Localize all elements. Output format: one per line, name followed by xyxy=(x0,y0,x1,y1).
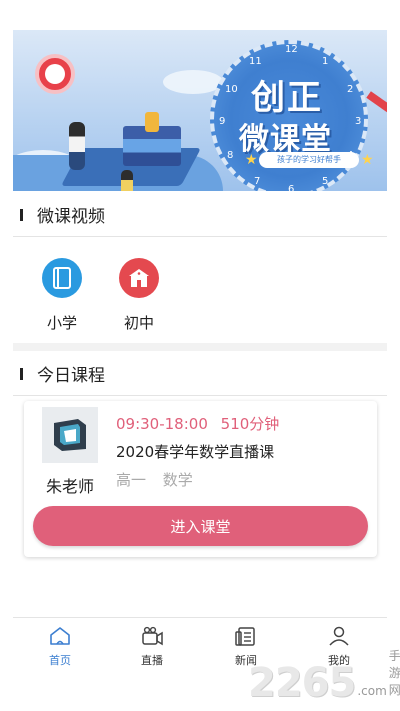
clock-number: 5 xyxy=(322,176,329,187)
section-marker xyxy=(20,208,23,221)
clock-number: 7 xyxy=(254,176,261,187)
user-icon xyxy=(329,626,349,646)
section-divider xyxy=(13,343,387,351)
books-illustration xyxy=(123,126,181,166)
clock-number: 6 xyxy=(288,184,295,191)
section-marker xyxy=(20,367,23,380)
category-primary-school[interactable]: 小学 xyxy=(32,258,92,333)
clock-number: 9 xyxy=(219,116,226,127)
tab-home[interactable]: 首页 xyxy=(30,626,90,668)
section-title: 微课视频 xyxy=(37,207,105,227)
star-icon: ★ xyxy=(361,152,374,168)
watermark-number: 2265 xyxy=(248,660,356,706)
school-icon xyxy=(119,258,159,298)
course-subject: 数学 xyxy=(162,471,193,489)
teacher-name: 朱老师 xyxy=(46,477,95,496)
course-duration: 510分钟 xyxy=(220,415,280,433)
student-illustration xyxy=(121,170,133,191)
course-time: 09:30-18:00 xyxy=(116,415,208,433)
banner-title-line1: 创正 xyxy=(251,78,323,118)
clock-number: 11 xyxy=(249,56,262,67)
course-title: 2020春学年数学直播课 xyxy=(116,443,275,461)
site-watermark: 2265 .com 手游网 xyxy=(248,649,400,706)
enter-classroom-button[interactable]: 进入课堂 xyxy=(33,506,368,546)
tab-label: 首页 xyxy=(49,654,71,667)
course-card[interactable]: 朱老师 09:30-18:00 510分钟 2020春学年数学直播课 高一 数学… xyxy=(24,401,377,557)
student-illustration xyxy=(69,122,85,170)
clock-number: 10 xyxy=(225,84,238,95)
star-icon: ★ xyxy=(245,152,258,168)
alarm-clock-icon xyxy=(35,54,75,94)
tab-label: 直播 xyxy=(141,654,163,667)
banner-tagline: 孩子的学习好帮手 xyxy=(259,152,359,168)
course-logo-icon xyxy=(42,407,98,463)
category-label: 小学 xyxy=(46,314,77,332)
category-label: 初中 xyxy=(123,314,154,332)
course-time-row: 09:30-18:00 510分钟 xyxy=(116,413,279,434)
pencil-icon xyxy=(366,91,387,121)
clock-number: 12 xyxy=(285,44,298,55)
clock-number: 3 xyxy=(355,116,362,127)
tab-live[interactable]: 直播 xyxy=(122,626,182,668)
book-icon xyxy=(42,258,82,298)
micro-video-header: 微课视频 xyxy=(13,193,387,237)
section-title: 今日课程 xyxy=(37,366,105,386)
clock-number: 8 xyxy=(227,150,234,161)
category-middle-school[interactable]: 初中 xyxy=(109,258,169,333)
trophy-icon xyxy=(145,112,159,132)
clock-number: 1 xyxy=(322,56,329,67)
news-icon xyxy=(235,627,255,646)
banner-image[interactable]: 12 1 2 3 4 5 6 7 8 9 10 11 创正 微课堂 ★ ★ 孩子… xyxy=(13,30,387,191)
watermark-domain-suffix: .com xyxy=(357,684,387,698)
home-icon xyxy=(50,627,70,645)
today-courses-header: 今日课程 xyxy=(13,352,387,396)
clock-number: 2 xyxy=(347,84,354,95)
watermark-text: 手游网 xyxy=(388,649,400,697)
course-meta-row: 高一 数学 xyxy=(116,469,193,490)
camera-icon xyxy=(142,626,163,646)
course-grade: 高一 xyxy=(116,471,147,489)
